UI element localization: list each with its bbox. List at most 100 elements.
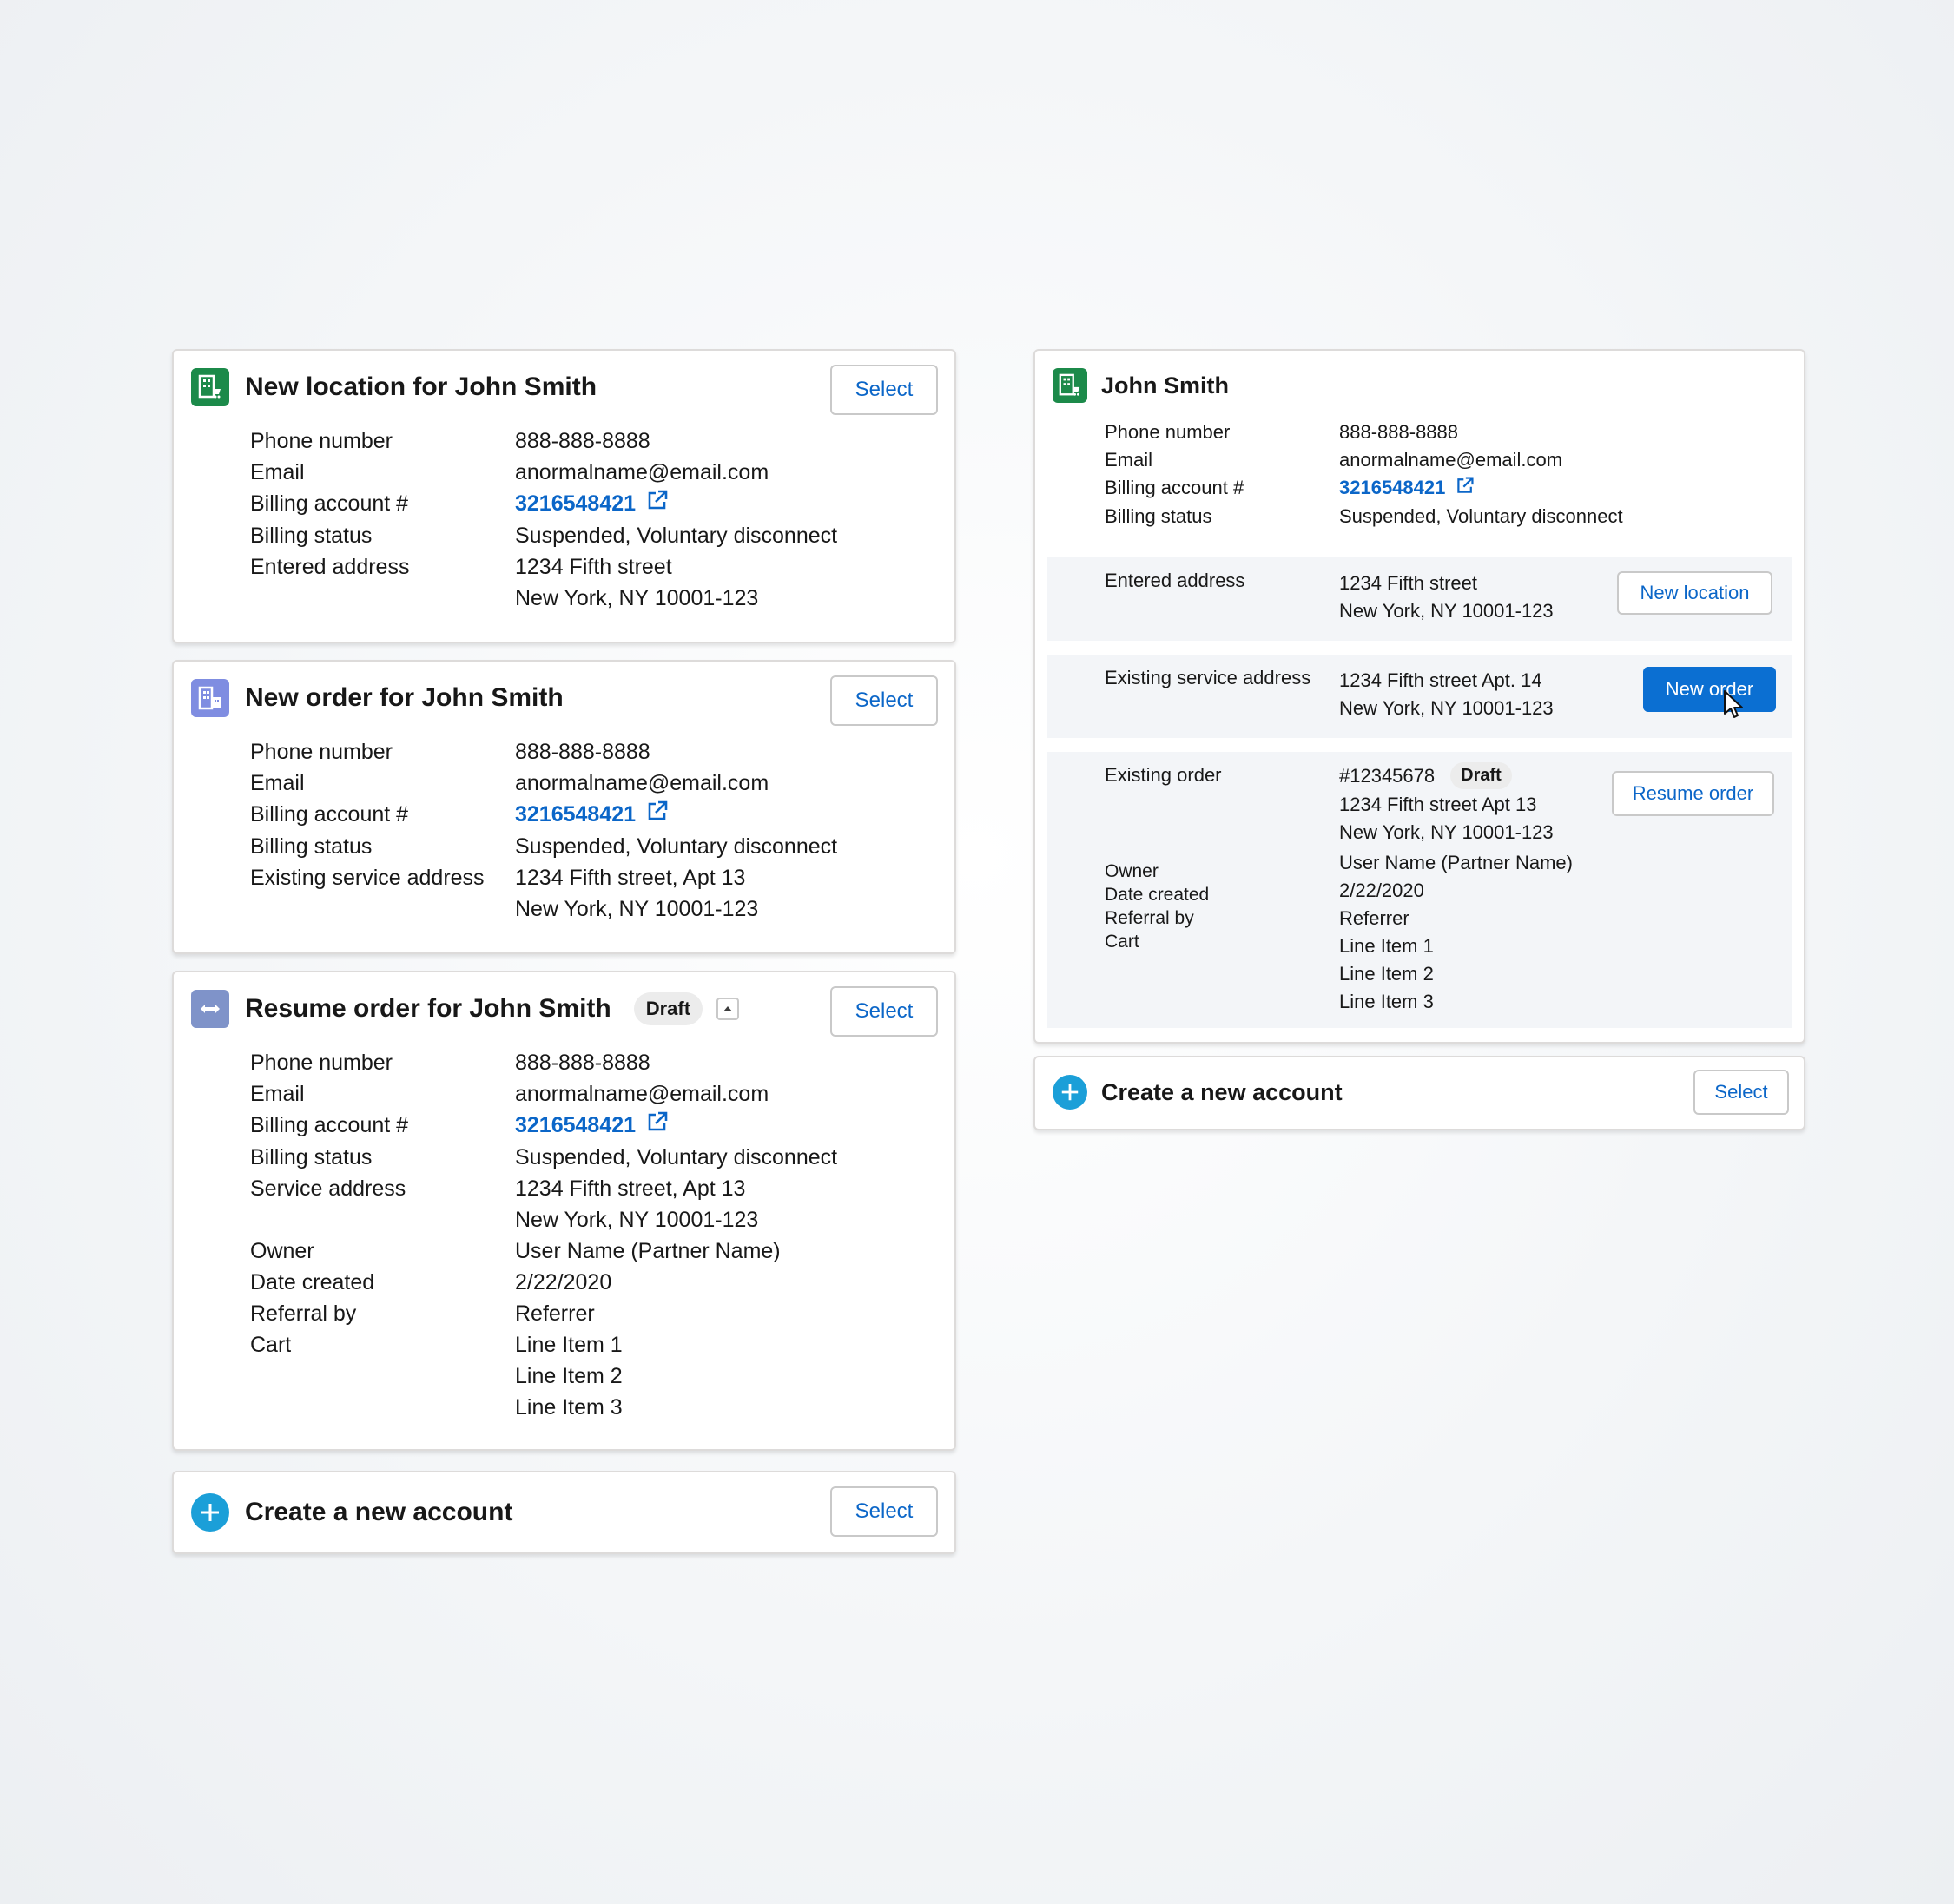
card-header: New order for John Smith (191, 679, 564, 717)
meta-value: Line Item 2 (1339, 963, 1434, 985)
field-value: anormalname@email.com (515, 1082, 769, 1106)
card-title: New location for John Smith (245, 372, 597, 401)
cursor-pointer-icon (1723, 689, 1744, 723)
field-row: New York, NY 10001-123 (250, 893, 837, 925)
field-value: 888-888-8888 (515, 429, 650, 453)
field-row: Phone number 888-888-8888 (1105, 418, 1623, 446)
field-value: 1234 Fifth street (515, 555, 672, 580)
field-row: Line Item 2 (250, 1360, 837, 1392)
field-list: Phone number 888-888-8888 Email anormalnam… (1105, 418, 1623, 530)
draft-badge: Draft (1450, 762, 1512, 789)
address-line-1: 1234 Fifth street Apt 13 (1339, 794, 1537, 815)
meta-value: Line Item 1 (1339, 935, 1434, 957)
meta-label: Owner (1105, 861, 1159, 881)
field-label: Email (250, 460, 305, 484)
billing-account-link[interactable]: 3216548421 (515, 491, 636, 516)
external-link-icon[interactable] (646, 800, 669, 831)
field-label: Billing status (250, 834, 373, 860)
field-label (250, 583, 515, 614)
card-header: John Smith (1053, 368, 1229, 403)
field-label: Phone number (250, 740, 393, 764)
field-label: Email (250, 771, 305, 795)
field-label: Date created (250, 1270, 375, 1295)
card-title: Create a new account (1101, 1078, 1343, 1105)
field-list: Phone number 888-888-8888 Email anormalnam… (250, 1047, 837, 1423)
meta-label: Cart (1105, 932, 1139, 952)
add-icon (1053, 1075, 1087, 1110)
field-label: Service address (250, 1176, 406, 1202)
collapse-button[interactable] (716, 998, 740, 1020)
field-label (250, 1392, 515, 1423)
resume-order-button[interactable]: Resume order (1612, 771, 1774, 816)
address-line-1: 1234 Fifth street (1339, 572, 1477, 594)
chevron-up-icon (723, 1006, 733, 1011)
field-row: New York, NY 10001-123 (250, 583, 837, 614)
select-button[interactable]: Select (1693, 1070, 1789, 1115)
field-value: anormalname@email.com (515, 771, 769, 795)
field-value: 2/22/2020 (515, 1270, 612, 1295)
select-button[interactable]: Select (830, 365, 938, 415)
field-label (250, 1204, 515, 1235)
field-value: 888-888-8888 (515, 1051, 650, 1075)
billing-account-link[interactable]: 3216548421 (515, 1113, 636, 1137)
section-label: Existing order (1105, 764, 1222, 786)
field-label: Billing status (250, 1145, 373, 1170)
field-row: Email anormalname@email.com (250, 457, 837, 488)
field-row: Service address 1234 Fifth street, Apt 13 (250, 1173, 837, 1204)
field-label: Phone number (1105, 421, 1231, 443)
field-value: User Name (Partner Name) (515, 1239, 781, 1264)
select-button[interactable]: Select (830, 1486, 938, 1537)
field-value: Referrer (515, 1301, 595, 1327)
field-row: Email anormalname@email.com (1105, 446, 1623, 474)
field-label: Cart (250, 1333, 292, 1358)
section-label: Existing service address (1105, 667, 1311, 688)
field-value: 888-888-8888 (515, 740, 650, 764)
field-label (250, 893, 515, 925)
resume-order-card: Resume order for John Smith Draft Select… (172, 971, 956, 1451)
field-row: Email anormalname@email.com (250, 768, 837, 799)
field-row: Owner User Name (Partner Name) (250, 1235, 837, 1267)
field-list: Phone number 888-888-8888 Email anormalnam… (250, 736, 837, 925)
field-label (250, 1360, 515, 1392)
meta-label: Referral by (1105, 908, 1194, 928)
field-row: Billing account # 3216548421 (250, 799, 837, 831)
field-value: 1234 Fifth street, Apt 13 (515, 866, 746, 891)
field-label: Billing account # (1105, 477, 1244, 498)
field-row: Phone number 888-888-8888 (250, 425, 837, 457)
field-label: Billing account # (250, 1113, 409, 1137)
select-button[interactable]: Select (830, 986, 938, 1037)
existing-service-address-section: Existing service address 1234 Fifth stre… (1047, 655, 1792, 738)
new-order-card: New order for John Smith Select Phone nu… (172, 660, 956, 954)
order-number-row: #12345678 Draft (1339, 762, 1512, 789)
field-value: anormalname@email.com (515, 460, 769, 484)
field-value: New York, NY 10001-123 (515, 897, 759, 922)
existing-order-section: Existing order #12345678 Draft 1234 Fift… (1047, 752, 1792, 1028)
order-meta-labels: Owner Date created Referral by Cart (1105, 860, 1209, 953)
address-line-2: New York, NY 10001-123 (1339, 600, 1554, 622)
field-value: Suspended, Voluntary disconnect (515, 834, 838, 860)
field-label: Billing account # (250, 802, 409, 827)
order-icon (191, 990, 229, 1028)
meta-value: Referrer (1339, 907, 1409, 929)
billing-account-link[interactable]: 3216548421 (1339, 477, 1445, 498)
external-link-icon[interactable] (646, 489, 669, 520)
billing-account-link[interactable]: 3216548421 (515, 802, 636, 827)
field-row: Referral by Referrer (250, 1298, 837, 1329)
external-link-icon[interactable] (646, 1110, 669, 1142)
card-header: Resume order for John Smith Draft (191, 990, 740, 1028)
field-row: Billing status Suspended, Voluntary disco… (250, 520, 837, 551)
field-label: Referral by (250, 1301, 357, 1327)
building-cart-icon (191, 368, 229, 406)
order-meta-values: User Name (Partner Name) 2/22/2020 Refer… (1339, 849, 1573, 1016)
external-link-icon[interactable] (1456, 475, 1475, 503)
new-order-button[interactable]: New order (1643, 667, 1776, 712)
card-header: New location for John Smith (191, 368, 597, 406)
field-value: Line Item 2 (515, 1364, 623, 1389)
field-value: 1234 Fifth street, Apt 13 (515, 1176, 746, 1202)
field-row: Line Item 3 (250, 1392, 837, 1423)
select-button[interactable]: Select (830, 675, 938, 726)
meta-label: Date created (1105, 885, 1210, 905)
field-label: Email (250, 1082, 305, 1106)
field-row: Phone number 888-888-8888 (250, 1047, 837, 1078)
new-location-button[interactable]: New location (1617, 571, 1772, 615)
